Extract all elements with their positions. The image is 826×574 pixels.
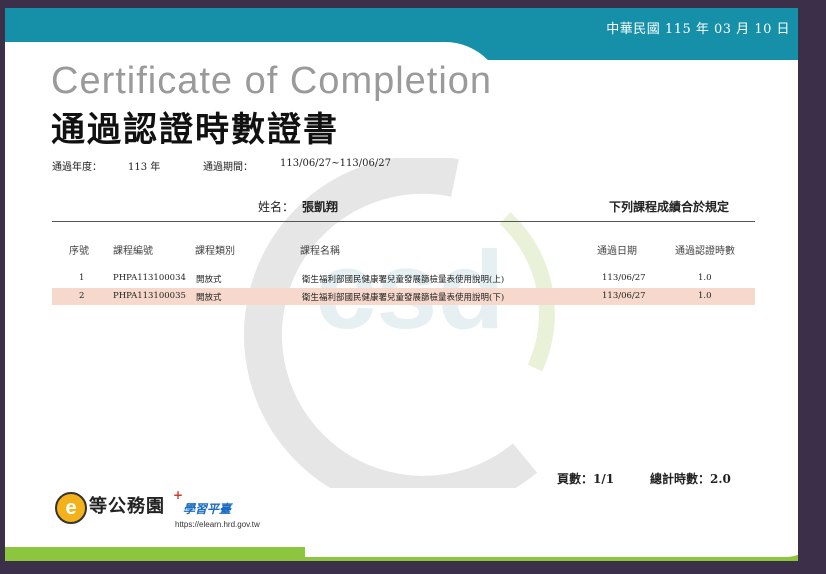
elearn-logo: e 等公務園 + 學習平臺 https://elearn.hrd.gov.tw <box>55 486 285 534</box>
row-hours: 1.0 <box>698 291 712 301</box>
col-header-index: 序號 <box>69 246 89 257</box>
total-hours: 總計時數：2.0 <box>650 472 731 486</box>
col-header-course-id: 課程編號 <box>113 246 153 257</box>
row-course-type: 開放式 <box>196 275 222 285</box>
col-header-pass-date: 通過日期 <box>597 246 637 257</box>
row-hours: 1.0 <box>698 273 712 283</box>
row-course-id: PHPA113100035 <box>113 291 186 301</box>
row-course-name: 衛生福利部國民健康署兒童發展篩檢量表使用說明(上) <box>302 275 505 285</box>
logo-url: https://elearn.hrd.gov.tw <box>175 520 260 529</box>
page-count: 頁數：1/1 <box>557 472 615 486</box>
period-value: 113/06/27~113/06/27 <box>280 158 391 169</box>
logo-e-icon: e <box>55 492 87 524</box>
row-course-name: 衛生福利部國民健康署兒童發展篩檢量表使用說明(下) <box>302 293 505 303</box>
year-label: 通過年度： <box>52 162 102 173</box>
name-label: 姓名： <box>258 200 295 214</box>
completion-statement: 下列課程成績合於規定 <box>609 200 730 214</box>
logo-subtitle: 學習平臺 <box>183 502 232 516</box>
recipient-name: 張凱翔 <box>302 200 339 214</box>
table-row: 1 PHPA113100034 開放式 衛生福利部國民健康署兒童發展篩檢量表使用… <box>52 270 755 287</box>
row-course-type: 開放式 <box>196 293 222 303</box>
col-header-course-name: 課程名稱 <box>300 246 340 257</box>
row-index: 2 <box>79 291 85 301</box>
table-row: 2 PHPA113100035 開放式 衛生福利部國民健康署兒童發展篩檢量表使用… <box>52 288 755 305</box>
logo-plus: + <box>173 488 184 502</box>
row-pass-date: 113/06/27 <box>602 291 646 301</box>
col-header-course-type: 課程類別 <box>195 246 235 257</box>
row-index: 1 <box>79 273 85 283</box>
viewer-background: 中華民國 115 年 03 月 10 日 csd Certificate of … <box>0 0 826 574</box>
certificate-page: 中華民國 115 年 03 月 10 日 csd Certificate of … <box>5 8 798 561</box>
row-pass-date: 113/06/27 <box>602 273 646 283</box>
row-course-id: PHPA113100034 <box>113 273 186 283</box>
title-english: Certificate of Completion <box>51 60 493 102</box>
issue-date: 中華民國 115 年 03 月 10 日 <box>606 22 790 37</box>
logo-name: 等公務園 <box>89 496 165 517</box>
period-label: 通過期間： <box>203 162 253 173</box>
year-value: 113 年 <box>128 162 161 173</box>
col-header-hours: 通過認證時數 <box>675 246 735 257</box>
divider <box>52 221 755 222</box>
title-chinese: 通過認證時數證書 <box>51 110 339 150</box>
footer-curve <box>305 517 798 557</box>
